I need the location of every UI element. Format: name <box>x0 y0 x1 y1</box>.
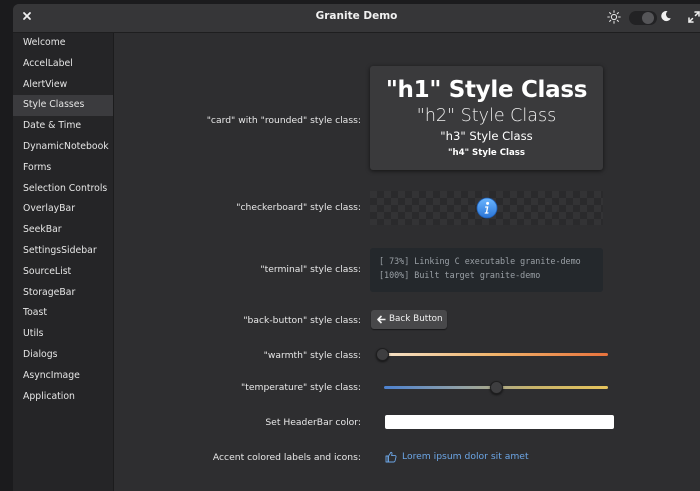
h1-heading: "h1" Style Class <box>385 77 588 103</box>
arrow-left-icon <box>377 315 386 324</box>
checkerboard-area <box>370 191 603 225</box>
headerbar-color-entry[interactable] <box>385 415 614 429</box>
window-title: Granite Demo <box>315 10 398 22</box>
sidebar-item-alertview[interactable]: AlertView <box>13 75 113 96</box>
dark-mode-switch[interactable] <box>629 11 657 25</box>
h3-heading: "h3" Style Class <box>440 129 533 143</box>
sidebar-item-selection-controls[interactable]: Selection Controls <box>13 179 113 200</box>
card-row-label: "card" with "rounded" style class: <box>206 115 361 126</box>
maximize-icon[interactable] <box>687 10 700 24</box>
h2-heading: "h2" Style Class <box>416 106 557 126</box>
back-button-row-label: "back-button" style class: <box>243 315 361 326</box>
thumbs-up-icon <box>385 451 397 463</box>
terminal-box: [ 73%] Linking C executable granite-demo… <box>370 248 603 292</box>
terminal-line: [100%] Built target granite-demo <box>379 270 541 280</box>
moon-icon <box>661 11 671 22</box>
sidebar-item-application[interactable]: Application <box>13 387 113 408</box>
sidebar-item-sourcelist[interactable]: SourceList <box>13 262 113 283</box>
sidebar-item-utils[interactable]: Utils <box>13 324 113 345</box>
h4-heading: "h4" Style Class <box>448 148 525 158</box>
sidebar: Welcome AccelLabel AlertView Style Class… <box>13 33 114 491</box>
sidebar-item-accellabel[interactable]: AccelLabel <box>13 54 113 75</box>
info-icon <box>476 197 498 219</box>
main-content: "card" with "rounded" style class: "h1" … <box>114 33 700 491</box>
accent-row-label: Accent colored labels and icons: <box>212 452 361 463</box>
sidebar-item-seekbar[interactable]: SeekBar <box>13 220 113 241</box>
back-button[interactable]: Back Button <box>371 310 447 329</box>
sidebar-item-style-classes[interactable]: Style Classes <box>13 95 113 117</box>
warmth-slider-handle[interactable] <box>376 348 389 361</box>
sidebar-item-asyncimage[interactable]: AsyncImage <box>13 366 113 387</box>
temperature-slider-handle[interactable] <box>490 381 503 394</box>
sidebar-item-storagebar[interactable]: StorageBar <box>13 283 113 304</box>
sidebar-item-overlaybar[interactable]: OverlayBar <box>13 199 113 220</box>
terminal-line: [ 73%] Linking C executable granite-demo <box>379 256 581 266</box>
terminal-row-label: "terminal" style class: <box>260 264 361 275</box>
sidebar-item-welcome[interactable]: Welcome <box>13 33 113 54</box>
sidebar-item-dynamicnotebook[interactable]: DynamicNotebook <box>13 137 113 158</box>
sidebar-item-toast[interactable]: Toast <box>13 303 113 324</box>
back-button-label: Back Button <box>389 314 443 324</box>
warmth-row-label: "warmth" style class: <box>263 350 361 361</box>
headerbar-color-row-label: Set HeaderBar color: <box>265 417 361 428</box>
temperature-row-label: "temperature" style class: <box>241 382 361 393</box>
app-window: Granite Demo Welcome AccelLabel AlertVie… <box>13 4 700 491</box>
accent-label: Lorem ipsum dolor sit amet <box>402 451 529 462</box>
style-card: "h1" Style Class "h2" Style Class "h3" S… <box>370 66 603 170</box>
checkerboard-row-label: "checkerboard" style class: <box>236 202 361 213</box>
sidebar-item-forms[interactable]: Forms <box>13 158 113 179</box>
sidebar-item-date-time[interactable]: Date & Time <box>13 116 113 137</box>
switch-knob <box>642 12 654 24</box>
sun-icon <box>607 10 621 24</box>
headerbar: Granite Demo <box>13 4 700 33</box>
sidebar-item-settingssidebar[interactable]: SettingsSidebar <box>13 241 113 262</box>
sidebar-item-dialogs[interactable]: Dialogs <box>13 345 113 366</box>
warmth-slider[interactable] <box>382 353 608 356</box>
